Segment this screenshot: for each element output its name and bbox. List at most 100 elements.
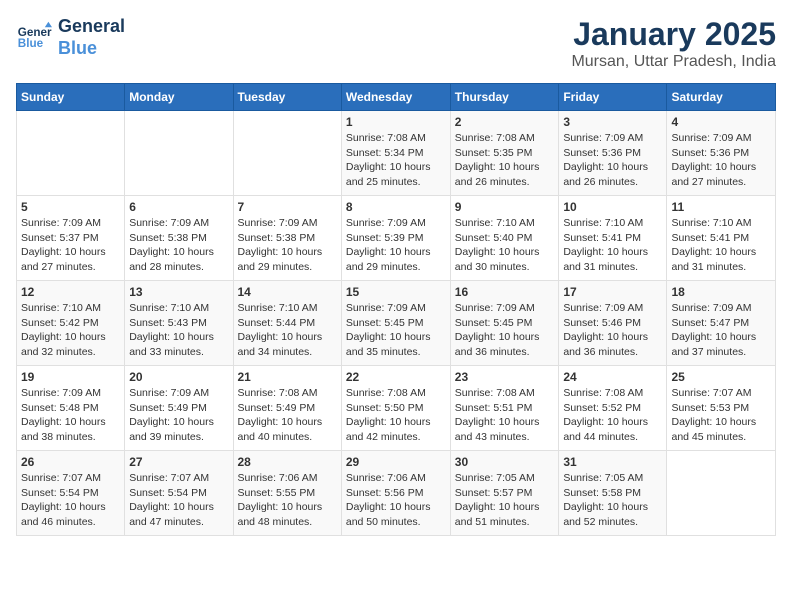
calendar-cell: 10 Sunrise: 7:10 AMSunset: 5:41 PMDayligh… <box>559 196 667 281</box>
day-info: Sunrise: 7:08 AMSunset: 5:35 PMDaylight:… <box>455 131 555 190</box>
calendar-cell: 8 Sunrise: 7:09 AMSunset: 5:39 PMDaylight… <box>341 196 450 281</box>
svg-text:Blue: Blue <box>18 37 44 50</box>
logo-general: General <box>58 16 125 38</box>
day-info: Sunrise: 7:10 AMSunset: 5:41 PMDaylight:… <box>563 216 662 275</box>
day-number: 16 <box>455 285 555 299</box>
day-number: 15 <box>346 285 446 299</box>
calendar-cell: 11 Sunrise: 7:10 AMSunset: 5:41 PMDayligh… <box>667 196 776 281</box>
day-number: 27 <box>129 455 228 469</box>
calendar-cell: 15 Sunrise: 7:09 AMSunset: 5:45 PMDayligh… <box>341 281 450 366</box>
day-number: 30 <box>455 455 555 469</box>
day-info: Sunrise: 7:09 AMSunset: 5:39 PMDaylight:… <box>346 216 446 275</box>
day-number: 8 <box>346 200 446 214</box>
calendar-cell: 17 Sunrise: 7:09 AMSunset: 5:46 PMDayligh… <box>559 281 667 366</box>
day-info: Sunrise: 7:07 AMSunset: 5:53 PMDaylight:… <box>671 386 771 445</box>
day-number: 10 <box>563 200 662 214</box>
day-number: 11 <box>671 200 771 214</box>
weekday-header-monday: Monday <box>125 84 233 111</box>
day-number: 20 <box>129 370 228 384</box>
weekday-header-friday: Friday <box>559 84 667 111</box>
header: General Blue General Blue January 2025 M… <box>16 16 776 71</box>
calendar-cell: 9Sunrise: 7:10 AMSunset: 5:40 PMDaylight… <box>450 196 559 281</box>
day-info: Sunrise: 7:10 AMSunset: 5:41 PMDaylight:… <box>671 216 771 275</box>
calendar-week-row: 12 Sunrise: 7:10 AMSunset: 5:42 PMDayligh… <box>17 281 776 366</box>
calendar-cell: 16Sunrise: 7:09 AMSunset: 5:45 PMDayligh… <box>450 281 559 366</box>
logo-blue: Blue <box>58 38 125 60</box>
calendar-cell: 30Sunrise: 7:05 AMSunset: 5:57 PMDayligh… <box>450 451 559 536</box>
day-info: Sunrise: 7:08 AMSunset: 5:52 PMDaylight:… <box>563 386 662 445</box>
calendar-cell: 1 Sunrise: 7:08 AMSunset: 5:34 PMDaylight… <box>341 111 450 196</box>
day-info: Sunrise: 7:06 AMSunset: 5:55 PMDaylight:… <box>238 471 337 530</box>
weekday-header-thursday: Thursday <box>450 84 559 111</box>
calendar-cell: 28 Sunrise: 7:06 AMSunset: 5:55 PMDayligh… <box>233 451 341 536</box>
day-info: Sunrise: 7:09 AMSunset: 5:46 PMDaylight:… <box>563 301 662 360</box>
calendar-week-row: 5Sunrise: 7:09 AMSunset: 5:37 PMDaylight… <box>17 196 776 281</box>
calendar-cell: 7 Sunrise: 7:09 AMSunset: 5:38 PMDaylight… <box>233 196 341 281</box>
calendar-cell: 20 Sunrise: 7:09 AMSunset: 5:49 PMDayligh… <box>125 366 233 451</box>
day-number: 7 <box>238 200 337 214</box>
day-info: Sunrise: 7:10 AMSunset: 5:43 PMDaylight:… <box>129 301 228 360</box>
calendar-cell: 14 Sunrise: 7:10 AMSunset: 5:44 PMDayligh… <box>233 281 341 366</box>
day-number: 25 <box>671 370 771 384</box>
day-info: Sunrise: 7:09 AMSunset: 5:38 PMDaylight:… <box>129 216 228 275</box>
calendar-cell: 31Sunrise: 7:05 AMSunset: 5:58 PMDayligh… <box>559 451 667 536</box>
day-number: 28 <box>238 455 337 469</box>
weekday-header-tuesday: Tuesday <box>233 84 341 111</box>
day-info: Sunrise: 7:08 AMSunset: 5:34 PMDaylight:… <box>346 131 446 190</box>
day-info: Sunrise: 7:09 AMSunset: 5:45 PMDaylight:… <box>346 301 446 360</box>
day-number: 19 <box>21 370 120 384</box>
calendar-cell: 6 Sunrise: 7:09 AMSunset: 5:38 PMDaylight… <box>125 196 233 281</box>
day-number: 9 <box>455 200 555 214</box>
calendar-cell: 24 Sunrise: 7:08 AMSunset: 5:52 PMDayligh… <box>559 366 667 451</box>
day-number: 1 <box>346 115 446 129</box>
day-number: 2 <box>455 115 555 129</box>
day-number: 21 <box>238 370 337 384</box>
day-info: Sunrise: 7:09 AMSunset: 5:48 PMDaylight:… <box>21 386 120 445</box>
day-info: Sunrise: 7:09 AMSunset: 5:37 PMDaylight:… <box>21 216 120 275</box>
calendar-cell: 21Sunrise: 7:08 AMSunset: 5:49 PMDayligh… <box>233 366 341 451</box>
logo: General Blue General Blue <box>16 16 125 59</box>
calendar-cell: 2 Sunrise: 7:08 AMSunset: 5:35 PMDaylight… <box>450 111 559 196</box>
calendar-cell: 5Sunrise: 7:09 AMSunset: 5:37 PMDaylight… <box>17 196 125 281</box>
calendar-cell: 23 Sunrise: 7:08 AMSunset: 5:51 PMDayligh… <box>450 366 559 451</box>
calendar-cell <box>233 111 341 196</box>
day-number: 14 <box>238 285 337 299</box>
calendar-cell <box>125 111 233 196</box>
calendar-cell <box>667 451 776 536</box>
day-number: 4 <box>671 115 771 129</box>
day-info: Sunrise: 7:09 AMSunset: 5:49 PMDaylight:… <box>129 386 228 445</box>
day-number: 17 <box>563 285 662 299</box>
calendar-cell: 27 Sunrise: 7:07 AMSunset: 5:54 PMDayligh… <box>125 451 233 536</box>
calendar-cell <box>17 111 125 196</box>
day-number: 6 <box>129 200 228 214</box>
calendar-cell: 13 Sunrise: 7:10 AMSunset: 5:43 PMDayligh… <box>125 281 233 366</box>
logo-icon: General Blue <box>16 20 52 56</box>
weekday-header-wednesday: Wednesday <box>341 84 450 111</box>
day-info: Sunrise: 7:10 AMSunset: 5:42 PMDaylight:… <box>21 301 120 360</box>
day-info: Sunrise: 7:06 AMSunset: 5:56 PMDaylight:… <box>346 471 446 530</box>
calendar-week-row: 1 Sunrise: 7:08 AMSunset: 5:34 PMDaylight… <box>17 111 776 196</box>
calendar-table: SundayMondayTuesdayWednesdayThursdayFrid… <box>16 83 776 536</box>
day-number: 12 <box>21 285 120 299</box>
day-number: 24 <box>563 370 662 384</box>
calendar-cell: 29 Sunrise: 7:06 AMSunset: 5:56 PMDayligh… <box>341 451 450 536</box>
calendar-cell: 22Sunrise: 7:08 AMSunset: 5:50 PMDayligh… <box>341 366 450 451</box>
day-info: Sunrise: 7:05 AMSunset: 5:58 PMDaylight:… <box>563 471 662 530</box>
day-number: 23 <box>455 370 555 384</box>
calendar-cell: 4Sunrise: 7:09 AMSunset: 5:36 PMDaylight… <box>667 111 776 196</box>
day-info: Sunrise: 7:09 AMSunset: 5:38 PMDaylight:… <box>238 216 337 275</box>
day-info: Sunrise: 7:07 AMSunset: 5:54 PMDaylight:… <box>129 471 228 530</box>
calendar-cell: 25 Sunrise: 7:07 AMSunset: 5:53 PMDayligh… <box>667 366 776 451</box>
calendar-week-row: 26 Sunrise: 7:07 AMSunset: 5:54 PMDayligh… <box>17 451 776 536</box>
day-number: 3 <box>563 115 662 129</box>
day-info: Sunrise: 7:09 AMSunset: 5:36 PMDaylight:… <box>563 131 662 190</box>
day-number: 13 <box>129 285 228 299</box>
day-info: Sunrise: 7:10 AMSunset: 5:44 PMDaylight:… <box>238 301 337 360</box>
day-number: 29 <box>346 455 446 469</box>
day-number: 26 <box>21 455 120 469</box>
calendar-subtitle: Mursan, Uttar Pradesh, India <box>571 53 776 71</box>
day-info: Sunrise: 7:08 AMSunset: 5:51 PMDaylight:… <box>455 386 555 445</box>
day-info: Sunrise: 7:09 AMSunset: 5:47 PMDaylight:… <box>671 301 771 360</box>
calendar-cell: 19 Sunrise: 7:09 AMSunset: 5:48 PMDayligh… <box>17 366 125 451</box>
calendar-cell: 3 Sunrise: 7:09 AMSunset: 5:36 PMDaylight… <box>559 111 667 196</box>
